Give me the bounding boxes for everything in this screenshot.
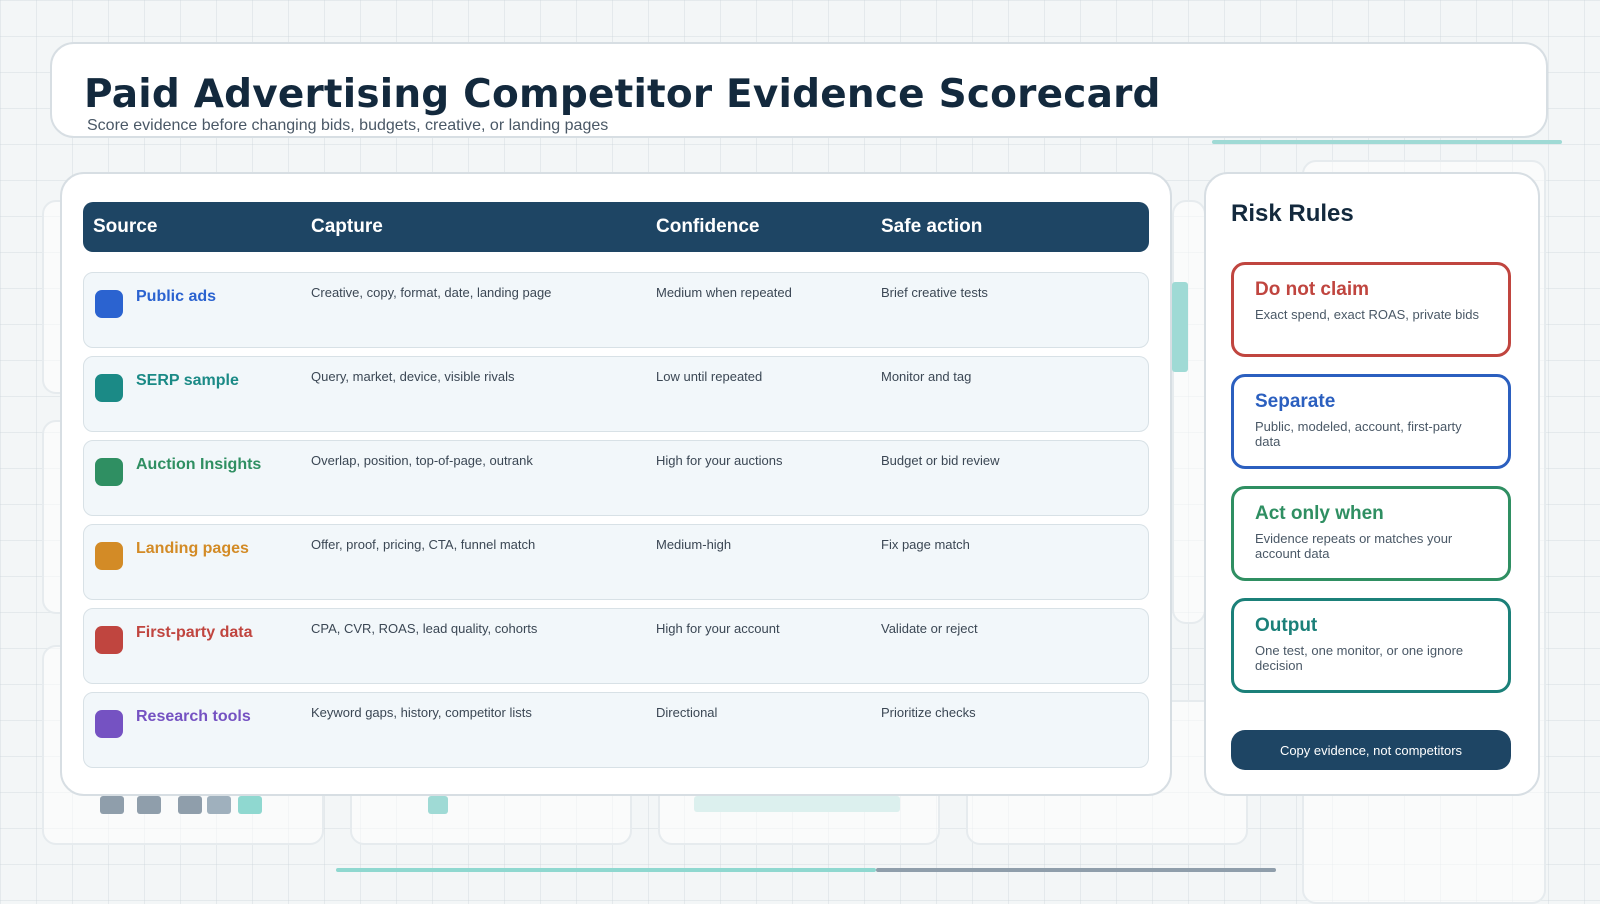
background-block <box>137 796 161 814</box>
source-label: Public ads <box>136 288 217 305</box>
rule-card-act-only-when: Act only when Evidence repeats or matche… <box>1231 486 1511 581</box>
confidence-cell: Medium when repeated <box>656 285 792 300</box>
action-cell: Brief creative tests <box>881 285 988 300</box>
capture-cell: Query, market, device, visible rivals <box>311 369 515 384</box>
background-block <box>238 796 262 814</box>
rule-text: Public, modeled, account, first-party da… <box>1255 419 1462 449</box>
source-icon <box>95 542 123 570</box>
source-label: SERP sample <box>136 372 239 389</box>
column-header-capture: Capture <box>311 216 383 237</box>
action-cell: Monitor and tag <box>881 369 972 384</box>
risk-rules-panel: Risk Rules Do not claim Exact spend, exa… <box>1204 172 1540 796</box>
risk-rules-title: Risk Rules <box>1231 200 1354 227</box>
header-accent-line <box>1212 140 1562 144</box>
confidence-cell: Medium-high <box>656 537 732 552</box>
source-label: Auction Insights <box>136 456 262 473</box>
source-icon <box>95 458 123 486</box>
rule-card-separate: Separate Public, modeled, account, first… <box>1231 374 1511 469</box>
background-panel <box>1172 200 1206 624</box>
source-label: Research tools <box>136 708 251 725</box>
column-header-safe-action: Safe action <box>881 216 983 237</box>
column-header-confidence: Confidence <box>656 216 760 237</box>
capture-cell: Overlap, position, top-of-page, outrank <box>311 453 533 468</box>
rule-title: Output <box>1255 615 1318 636</box>
capture-cell: CPA, CVR, ROAS, lead quality, cohorts <box>311 621 538 636</box>
action-cell: Prioritize checks <box>881 705 976 720</box>
evidence-table-card: Source Capture Confidence Safe action Pu… <box>60 172 1172 796</box>
header-card: Paid Advertising Competitor Evidence Sco… <box>50 42 1548 138</box>
rule-card-output: Output One test, one monitor, or one ign… <box>1231 598 1511 693</box>
rule-card-do-not-claim: Do not claim Exact spend, exact ROAS, pr… <box>1231 262 1511 357</box>
source-icon <box>95 710 123 738</box>
confidence-cell: Low until repeated <box>656 369 763 384</box>
background-progress-line <box>336 868 876 872</box>
column-header-source: Source <box>93 216 158 237</box>
table-row: First-party data CPA, CVR, ROAS, lead qu… <box>83 608 1149 684</box>
table-row: Landing pages Offer, proof, pricing, CTA… <box>83 524 1149 600</box>
action-cell: Fix page match <box>881 537 970 552</box>
rule-title: Do not claim <box>1255 279 1370 300</box>
capture-cell: Creative, copy, format, date, landing pa… <box>311 285 552 300</box>
confidence-cell: Directional <box>656 705 718 720</box>
capture-cell: Keyword gaps, history, competitor lists <box>311 705 532 720</box>
rule-title: Act only when <box>1255 503 1384 524</box>
background-progress-line <box>876 868 1276 872</box>
table-row: Public ads Creative, copy, format, date,… <box>83 272 1149 348</box>
page-title: Paid Advertising Competitor Evidence Sco… <box>84 72 1161 117</box>
background-block <box>178 796 202 814</box>
background-block <box>694 796 900 812</box>
confidence-cell: High for your auctions <box>656 453 783 468</box>
copy-evidence-button[interactable]: Copy evidence, not competitors <box>1231 730 1511 770</box>
rule-title: Separate <box>1255 391 1336 412</box>
rule-text: Evidence repeats or matches your account… <box>1255 531 1453 561</box>
table-row: Auction Insights Overlap, position, top-… <box>83 440 1149 516</box>
action-cell: Budget or bid review <box>881 453 1000 468</box>
rule-text: Exact spend, exact ROAS, private bids <box>1255 307 1479 322</box>
source-label: Landing pages <box>136 540 249 557</box>
background-accent-bar <box>1172 282 1188 372</box>
background-block <box>207 796 231 814</box>
table-row: Research tools Keyword gaps, history, co… <box>83 692 1149 768</box>
action-cell: Validate or reject <box>881 621 978 636</box>
capture-cell: Offer, proof, pricing, CTA, funnel match <box>311 537 536 552</box>
source-icon <box>95 290 123 318</box>
background-block <box>100 796 124 814</box>
source-label: First-party data <box>136 624 253 641</box>
confidence-cell: High for your account <box>656 621 780 636</box>
source-icon <box>95 626 123 654</box>
table-header: Source Capture Confidence Safe action <box>83 202 1149 252</box>
rule-text: One test, one monitor, or one ignore dec… <box>1255 643 1464 673</box>
page-subtitle: Score evidence before changing bids, bud… <box>87 117 609 134</box>
source-icon <box>95 374 123 402</box>
table-row: SERP sample Query, market, device, visib… <box>83 356 1149 432</box>
background-block <box>428 796 448 814</box>
